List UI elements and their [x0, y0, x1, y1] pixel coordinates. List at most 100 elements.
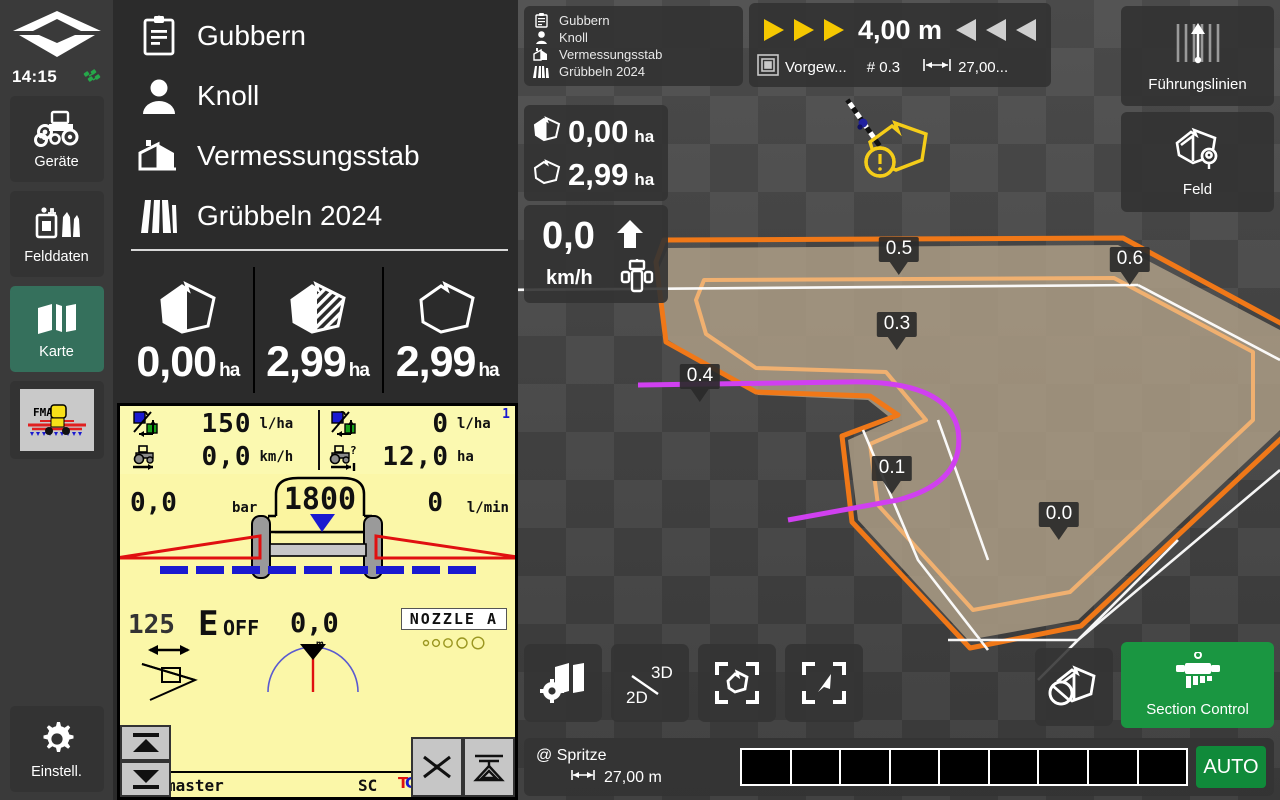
isobus-panel[interactable]: 150 l/ha 0,0 km/h 0 l/ha ? 12,0 ha 1 0,0…: [117, 403, 518, 800]
guidance-marker-label: 0.3: [876, 312, 918, 337]
sidebar-item-settings[interactable]: Einstell.: [9, 706, 104, 792]
label-3d: 3D: [651, 663, 673, 682]
section-indicator[interactable]: [1039, 750, 1089, 784]
stat-total[interactable]: 2,99 ha: [382, 261, 512, 399]
lightbar: 4,00 m: [757, 9, 1043, 51]
person-icon: [532, 30, 550, 45]
menu-item-label: Grübbeln 2024: [197, 200, 383, 231]
guidance-marker[interactable]: 0.0: [1038, 502, 1080, 540]
clipboard-icon: [137, 15, 181, 57]
isobus-divider: [317, 410, 320, 470]
field-pin-icon: [1171, 127, 1225, 176]
auto-mode-button[interactable]: AUTO: [1196, 746, 1266, 788]
map-settings-button[interactable]: [524, 644, 602, 722]
info-row-task: Gubbern: [532, 12, 735, 29]
field-button[interactable]: Feld: [1121, 112, 1274, 212]
guidance-overlay[interactable]: 4,00 m Vorgew... # 0.3 27,00...: [749, 3, 1051, 87]
speed-overlay[interactable]: 0,0 km/h: [524, 205, 668, 303]
area-overlay[interactable]: 0,00 ha 2,99 ha: [524, 105, 668, 201]
stat-value: 2,99 ha: [266, 337, 370, 386]
field-partial-icon: [152, 274, 224, 338]
fit-vehicle-button[interactable]: [785, 644, 863, 722]
field-outline-icon: [411, 274, 483, 338]
menu-item-farm[interactable]: Vermessungsstab: [121, 126, 518, 186]
isobus-function-buttons: [411, 737, 515, 797]
thumbnail-label: FMA: [33, 406, 53, 419]
guidance-pattern-label: Vorgew...: [785, 58, 847, 76]
sidebar-item-label: Felddaten: [24, 249, 89, 265]
section-indicator[interactable]: [791, 750, 842, 784]
sidebar-item-felddaten[interactable]: Felddaten: [9, 191, 104, 277]
farm-icon: [532, 48, 550, 61]
field-warning-marker[interactable]: [856, 120, 934, 195]
scroll-down-button[interactable]: [120, 761, 171, 797]
status-row: 14:15: [0, 64, 113, 90]
scroll-up-button[interactable]: [120, 725, 171, 761]
guidance-lines-button[interactable]: Führungslinien: [1121, 6, 1274, 106]
section-indicator[interactable]: [890, 750, 941, 784]
field-clear-button[interactable]: [1035, 648, 1113, 726]
brand-logo: [9, 6, 105, 64]
info-row-label: Vermessungsstab: [559, 47, 663, 62]
remaining-area-value: 12,0: [382, 441, 449, 472]
width-icon: [570, 768, 596, 787]
area-worked-unit: ha: [634, 127, 655, 146]
info-row-farm: Vermessungsstab: [532, 46, 735, 63]
sidebar-item-karte[interactable]: Karte: [9, 286, 104, 372]
section-indicator[interactable]: [940, 750, 990, 784]
isobus-lower-view: 125 E OFF 0,0 m NOZZLE A: [120, 602, 515, 752]
speed-value: 0,0: [542, 215, 595, 257]
speed-unit: km/h: [259, 448, 294, 465]
section-indicator[interactable]: [1138, 750, 1187, 784]
footer-sc-label: SC: [358, 775, 378, 795]
direction-arrow-icon: [616, 219, 644, 254]
guidance-width: 27,00...: [958, 58, 1009, 76]
stat-treated[interactable]: 2,99 ha: [252, 261, 383, 399]
clock: 14:15: [12, 67, 57, 86]
section-indicators[interactable]: [740, 748, 1188, 786]
guidance-marker-tail: [1049, 527, 1068, 540]
stat-worked[interactable]: 0,00 ha: [123, 261, 253, 399]
section-indicator[interactable]: [841, 750, 891, 784]
isobus-machine-view: 0,0 bar 0 l/min 1800: [120, 474, 515, 602]
machine-status-bar: @ Spritze 27,00 m AUTO: [524, 738, 1274, 796]
menu-item-task[interactable]: Gubbern: [121, 6, 518, 66]
isobus-badge: 1: [502, 407, 510, 422]
guidance-marker[interactable]: 0.6: [1109, 247, 1151, 285]
guidance-marker-label: 0.1: [871, 456, 913, 481]
menu-item-season[interactable]: Grübbeln 2024: [121, 186, 518, 246]
speed-value: 0,0: [201, 441, 252, 472]
section-toggle-button[interactable]: [411, 737, 463, 797]
left-rail: 14:15 Geräte Felddaten Karte FMA Einstel…: [0, 0, 113, 800]
fit-field-button[interactable]: [698, 644, 776, 722]
machine-thumbnail-button[interactable]: FMA: [9, 381, 104, 459]
section-indicator[interactable]: [1088, 750, 1139, 784]
section-indicator[interactable]: [989, 750, 1040, 784]
map-icon: [35, 298, 79, 340]
map-view[interactable]: Gubbern Knoll Vermessungsstab Grübbeln 2…: [518, 0, 1280, 800]
remaining-area-unit: ha: [457, 448, 474, 465]
width-icon: [906, 57, 952, 77]
target-rate-icon: [126, 410, 170, 438]
person-icon: [137, 76, 181, 116]
info-row-season: Grübbeln 2024: [532, 63, 735, 80]
boom-level-button[interactable]: [463, 737, 515, 797]
guidance-marker[interactable]: 0.1: [871, 456, 913, 494]
boom-diagram: [120, 514, 515, 579]
section-indicator[interactable]: [742, 750, 792, 784]
menu-item-operator[interactable]: Knoll: [121, 66, 518, 126]
guidance-marker[interactable]: 0.3: [876, 312, 918, 350]
guidance-marker[interactable]: 0.4: [679, 364, 721, 402]
satellite-icon: [83, 69, 103, 85]
stat-value: 2,99 ha: [395, 337, 500, 386]
field-outline-icon: [532, 159, 562, 190]
gear-icon: [37, 718, 77, 760]
task-info-overlay[interactable]: Gubbern Knoll Vermessungsstab Grübbeln 2…: [524, 6, 743, 86]
cross-track-error: 4,00 m: [857, 14, 943, 45]
2d3d-toggle-button[interactable]: 3D 2D: [611, 644, 689, 722]
field-label: Feld: [1182, 180, 1213, 198]
sidebar-item-geraete[interactable]: Geräte: [9, 96, 104, 182]
section-control-button[interactable]: Section Control: [1121, 642, 1274, 728]
context-menu-list: Gubbern Knoll Vermessungsstab Grübbeln 2…: [113, 0, 518, 255]
guidance-marker[interactable]: 0.5: [878, 237, 920, 275]
